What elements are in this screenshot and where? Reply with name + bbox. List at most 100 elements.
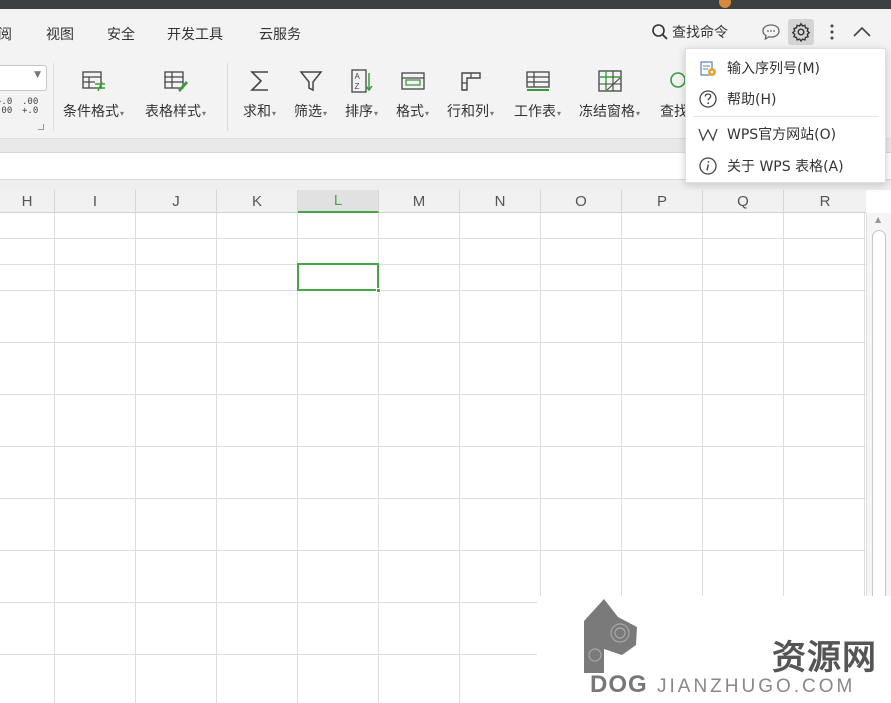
avatar-badge[interactable] (719, 0, 731, 8)
more-options-button[interactable] (819, 19, 845, 45)
menu-item-label: 关于 WPS 表格(A) (727, 159, 844, 175)
caret-down-icon: ▾ (202, 109, 207, 118)
worksheet-icon (525, 71, 550, 91)
increase-decimal-button[interactable]: +.0 .00 (0, 98, 12, 116)
freeze-panes-label: 冻结窗格 (579, 104, 635, 120)
table-style-button[interactable]: 表格样式▾ (145, 66, 206, 121)
find-label: 查找 (660, 104, 688, 120)
chevron-up-icon (853, 26, 871, 37)
chevron-down-icon: ▼ (34, 70, 41, 80)
column-header-k[interactable]: K (217, 190, 298, 213)
column-header-o[interactable]: O (541, 190, 622, 213)
conditional-format-label: 条件格式 (63, 104, 119, 120)
sum-button[interactable]: 求和▾ (243, 66, 276, 121)
menu-item-about[interactable]: 关于 WPS 表格(A) (686, 151, 887, 181)
tab-view[interactable]: 视图 (46, 24, 74, 44)
decrease-decimal-button[interactable]: .00 +.0 (22, 98, 38, 116)
column-header-m[interactable]: M (379, 190, 460, 213)
find-button[interactable]: 查找 (660, 66, 688, 121)
decrease-decimal-bottom: +.0 (22, 106, 39, 116)
settings-popup-menu: 输入序列号(M) 帮助(H) WPS官方网站(O) 关于 WPS 表格(A) (685, 48, 886, 183)
freeze-panes-icon (597, 70, 622, 92)
tab-security[interactable]: 安全 (107, 24, 135, 44)
dialog-launcher-icon[interactable] (38, 124, 44, 130)
menu-item-help[interactable]: 帮助(H) (686, 84, 887, 114)
column-header-q[interactable]: Q (703, 190, 784, 213)
title-strip (0, 0, 891, 9)
scroll-up-icon[interactable]: ▲ (875, 215, 881, 224)
column-header-i[interactable]: I (55, 190, 136, 213)
worksheet-button[interactable]: 工作表▾ (514, 66, 561, 121)
column-header-l[interactable]: L (298, 190, 379, 213)
menu-item-wps-website[interactable]: WPS官方网站(O) (686, 119, 887, 149)
filter-icon (298, 71, 323, 92)
caret-down-icon: ▾ (323, 109, 328, 118)
tab-developer-tools[interactable]: 开发工具 (167, 24, 223, 44)
watermark-chinese: 资源网 (772, 638, 877, 678)
tab-review[interactable]: 阅 (0, 24, 12, 44)
wps-logo-icon (698, 128, 718, 142)
sort-label: 排序 (345, 104, 373, 120)
conditional-format-button[interactable]: 条件格式▾ (63, 66, 124, 121)
caret-down-icon: ▾ (120, 109, 125, 118)
menu-item-label: WPS官方网站(O) (727, 127, 837, 143)
fill-handle[interactable] (376, 288, 381, 293)
caret-down-icon: ▾ (272, 109, 277, 118)
sort-button[interactable]: A Z 排序▾ (345, 66, 378, 121)
collapse-ribbon-button[interactable] (849, 19, 875, 45)
caret-down-icon: ▾ (557, 109, 562, 118)
column-header-h[interactable]: H (0, 190, 55, 213)
info-icon (699, 157, 717, 175)
increase-decimal-bottom: .00 (0, 106, 13, 116)
watermark-url: JIANZHUGO.COM (657, 676, 856, 697)
tab-cloud-services[interactable]: 云服务 (259, 24, 301, 44)
scrollbar-thumb[interactable] (872, 230, 886, 610)
sort-icon: A Z (350, 69, 373, 93)
worksheet-label: 工作表 (514, 104, 556, 120)
caret-down-icon: ▾ (636, 109, 641, 118)
chat-bubble-icon (762, 24, 780, 41)
format-button[interactable]: 格式▾ (396, 66, 429, 121)
column-header-n[interactable]: N (460, 190, 541, 213)
menu-separator (694, 116, 879, 117)
svg-text:A: A (354, 72, 360, 81)
rows-columns-button[interactable]: 行和列▾ (447, 66, 494, 121)
search-command-label: 查找命令 (672, 25, 728, 41)
sum-icon (249, 71, 268, 91)
sum-label: 求和 (243, 104, 271, 120)
settings-button[interactable] (788, 19, 814, 45)
table-style-icon (163, 71, 188, 92)
help-icon (699, 90, 717, 108)
caret-down-icon: ▾ (374, 109, 379, 118)
menu-item-label: 输入序列号(M) (727, 61, 821, 77)
column-header: H I J K L M N O P Q R (0, 190, 866, 213)
format-label: 格式 (396, 104, 424, 120)
number-format-dropdown[interactable]: ▼ (0, 65, 47, 91)
selected-cell[interactable] (297, 263, 381, 293)
filter-button[interactable]: 筛选▾ (294, 66, 327, 121)
feedback-button[interactable] (758, 19, 784, 45)
watermark: DOG 资源网 JIANZHUGO.COM (537, 596, 891, 703)
grid-line (0, 446, 866, 447)
caret-down-icon: ▾ (490, 109, 495, 118)
gear-icon (791, 22, 811, 42)
rows-columns-icon (460, 72, 481, 91)
filter-label: 筛选 (294, 104, 322, 120)
grid-line (0, 498, 866, 499)
grid-line (0, 264, 866, 265)
grid-line (216, 213, 217, 703)
column-header-j[interactable]: J (136, 190, 217, 213)
grid-line (54, 213, 55, 703)
ribbon-separator (53, 63, 54, 131)
freeze-panes-button[interactable]: 冻结窗格▾ (579, 66, 640, 121)
column-header-r[interactable]: R (784, 190, 866, 213)
menu-item-enter-serial[interactable]: 输入序列号(M) (686, 53, 887, 83)
caret-down-icon: ▾ (425, 109, 430, 118)
grid-line (0, 342, 866, 343)
menu-item-label: 帮助(H) (727, 92, 777, 108)
column-header-p[interactable]: P (622, 190, 703, 213)
grid-line (459, 213, 460, 703)
conditional-format-icon (81, 71, 105, 92)
search-command[interactable]: 查找命令 (651, 22, 728, 42)
serial-number-icon (700, 61, 716, 76)
